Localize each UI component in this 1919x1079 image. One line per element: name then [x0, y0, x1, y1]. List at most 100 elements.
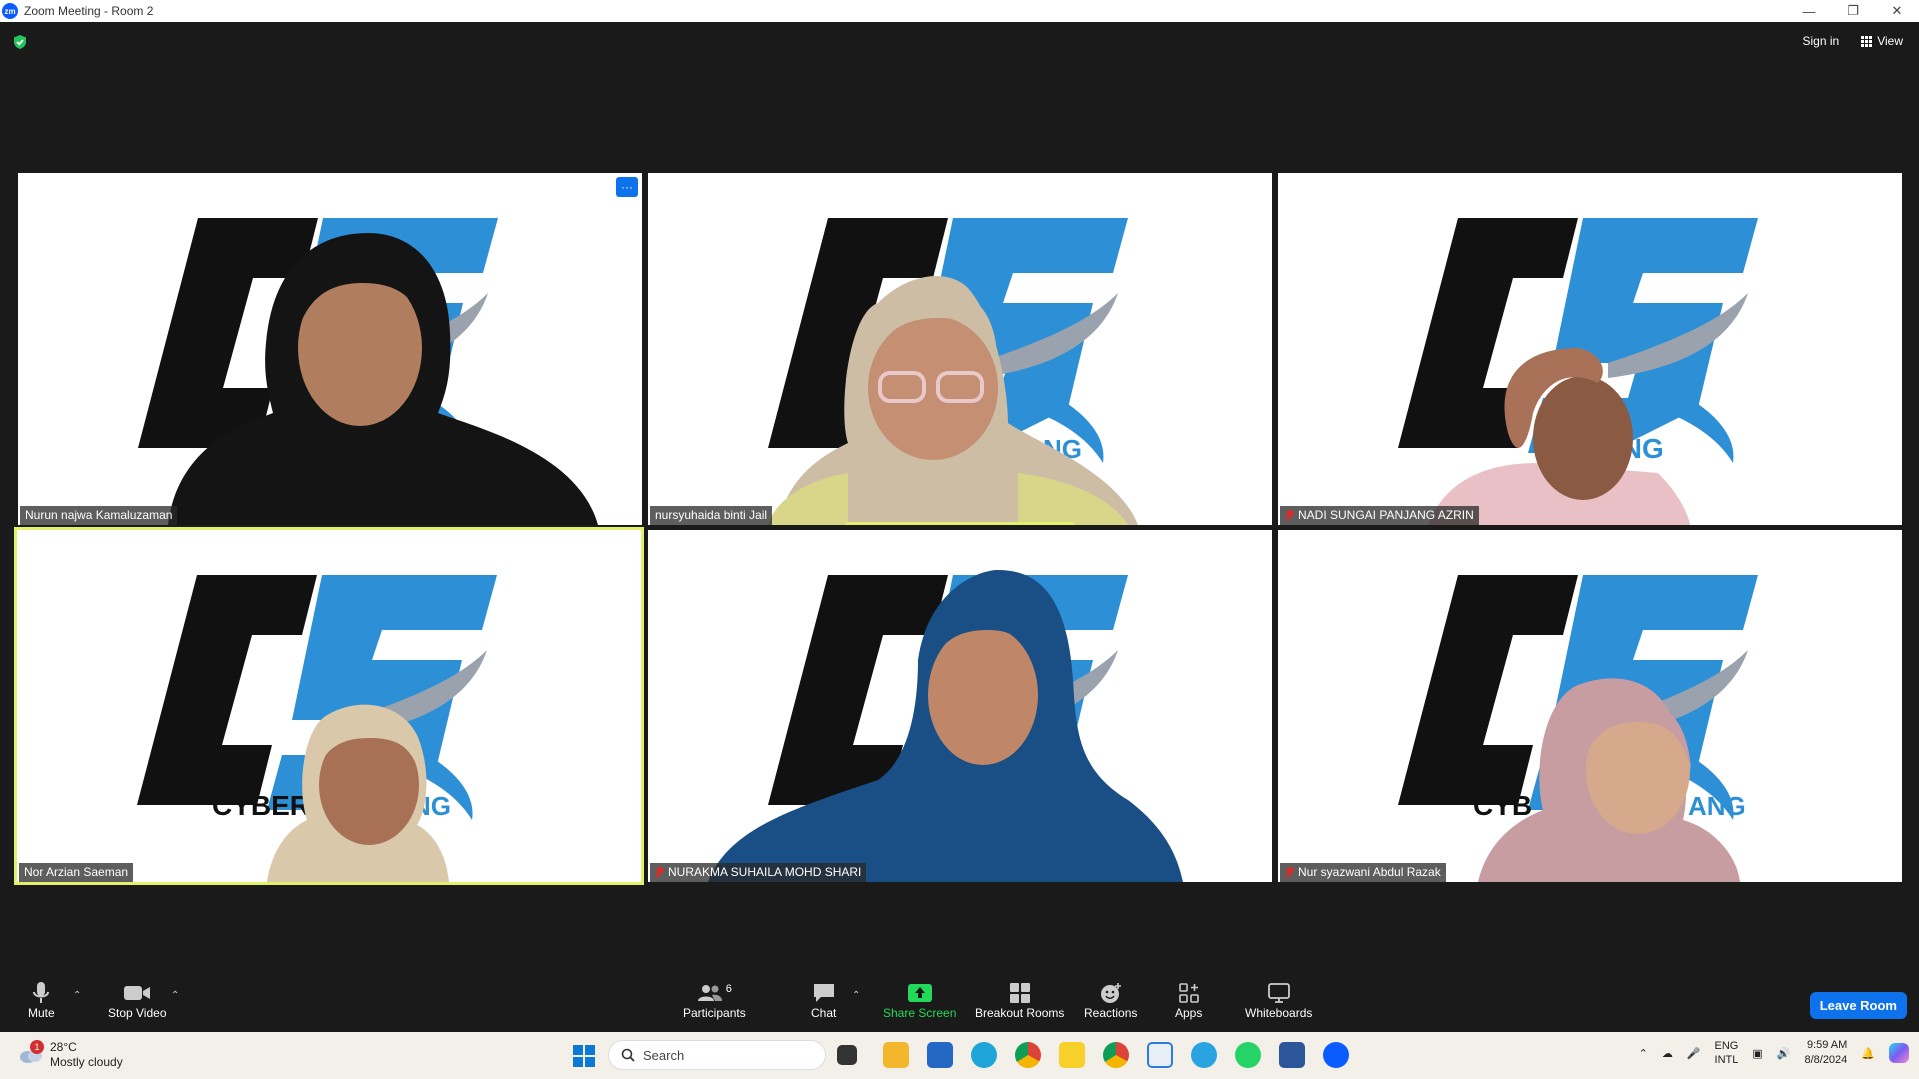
apps-icon	[1178, 980, 1200, 1006]
zoom-taskbar-icon[interactable]	[1323, 1042, 1349, 1068]
logo-fragment-text: CYB	[1473, 790, 1532, 821]
weather-widget[interactable]: 1 28°C Mostly cloudy	[18, 1040, 123, 1070]
chrome-profile-icon[interactable]	[1103, 1042, 1129, 1068]
snipping-tool-icon[interactable]	[1147, 1042, 1173, 1068]
sign-in-button[interactable]: Sign in	[1799, 32, 1844, 50]
chrome-browser-icon[interactable]	[1015, 1042, 1041, 1068]
participant-name: NURAKMA SUHAILA MOHD SHARI	[668, 865, 862, 879]
file-explorer-icon[interactable]	[883, 1042, 909, 1068]
weather-temperature: 28°C	[50, 1040, 77, 1054]
participant-name-tag: nursyuhaida binti Jail	[650, 506, 773, 525]
whiteboards-button[interactable]: Whiteboards	[1245, 980, 1312, 1020]
chat-options-caret-icon[interactable]: ⌃	[852, 990, 860, 1001]
telegram-icon[interactable]	[1191, 1042, 1217, 1068]
reactions-label: Reactions	[1084, 1006, 1138, 1020]
apps-button[interactable]: Apps	[1175, 980, 1202, 1020]
video-tile[interactable]: NG nursyuhaida binti Jail	[648, 173, 1272, 525]
close-icon[interactable]: ✕	[1875, 0, 1919, 22]
weather-alert-badge: 1	[30, 1040, 44, 1054]
participant-name-tag: NURAKMA SUHAILA MOHD SHARI	[650, 863, 867, 882]
top-right-controls: Sign in View	[1799, 32, 1908, 50]
network-icon[interactable]: ▣	[1752, 1047, 1762, 1060]
cs-logo-background: MBANG	[1398, 218, 1758, 525]
video-tile-active[interactable]: CYBER NG Nor Arzian Saeman	[14, 527, 644, 885]
restore-icon[interactable]: ❐	[1831, 0, 1875, 22]
stop-video-button[interactable]: Stop Video	[108, 980, 167, 1020]
weather-description: Mostly cloudy	[50, 1055, 123, 1069]
participant-count: 6	[725, 983, 732, 995]
minimize-icon[interactable]: —	[1787, 0, 1831, 22]
cloud-weather-icon: 1	[18, 1040, 44, 1064]
video-tile[interactable]: ··· Nurun najwa Kamaluzaman	[18, 173, 642, 525]
input-language[interactable]: ENG INTL	[1715, 1039, 1739, 1067]
participant-name: NADI SUNGAI PANJANG AZRIN	[1298, 508, 1474, 522]
video-camera-icon	[123, 980, 151, 1006]
muted-mic-icon	[1285, 509, 1294, 521]
video-options-caret-icon[interactable]: ⌃	[171, 990, 179, 1001]
share-screen-icon	[907, 980, 933, 1006]
participant-name: nursyuhaida binti Jail	[655, 508, 768, 522]
muted-mic-icon	[655, 866, 664, 878]
video-tile[interactable]: NURAKMA SUHAILA MOHD SHARI	[648, 530, 1272, 882]
copilot-icon[interactable]	[1889, 1043, 1909, 1063]
grid-view-icon	[1861, 35, 1873, 47]
language-code: ENG	[1714, 1040, 1739, 1052]
edge-browser-icon[interactable]	[971, 1042, 997, 1068]
microphone-tray-icon[interactable]: 🎤	[1687, 1047, 1701, 1060]
taskbar-search-input[interactable]: Search	[608, 1040, 826, 1070]
sign-in-label: Sign in	[1802, 34, 1840, 48]
windows-start-icon[interactable]	[573, 1045, 595, 1067]
participants-icon: 6	[697, 980, 732, 1006]
search-placeholder: Search	[643, 1047, 685, 1063]
logo-cyber-text: CYBER	[212, 790, 310, 821]
word-icon[interactable]	[1279, 1042, 1305, 1068]
whatsapp-icon[interactable]	[1235, 1042, 1261, 1068]
mute-label: Mute	[28, 1006, 55, 1020]
participant-name-tag: Nur syazwani Abdul Razak	[1280, 863, 1446, 882]
reactions-button[interactable]: Reactions	[1084, 980, 1137, 1020]
view-label: View	[1877, 34, 1903, 48]
stop-video-label: Stop Video	[108, 1006, 167, 1020]
clock-date: 8/8/2024	[1804, 1054, 1848, 1066]
volume-icon[interactable]: 🔊	[1777, 1047, 1791, 1060]
participant-name: Nurun najwa Kamaluzaman	[25, 508, 173, 522]
system-tray: ⌃ ☁ 🎤 ENG INTL ▣ 🔊 9:59 AM 8/8/2024 🔔	[1639, 1038, 1909, 1068]
microsoft-store-icon[interactable]	[927, 1042, 953, 1068]
breakout-rooms-label: Breakout Rooms	[975, 1006, 1065, 1020]
breakout-rooms-icon	[1009, 980, 1031, 1006]
video-tile[interactable]: MBANG NADI SUNGAI PANJANG AZRIN	[1278, 173, 1902, 525]
speaking-indicator	[846, 522, 1074, 525]
participants-label: Participants	[683, 1006, 746, 1020]
microphone-icon	[31, 980, 51, 1006]
search-icon	[621, 1048, 635, 1062]
onedrive-cloud-icon[interactable]: ☁	[1662, 1047, 1673, 1060]
mute-button[interactable]: Mute	[28, 980, 55, 1020]
task-view-icon[interactable]	[837, 1045, 857, 1065]
breakout-rooms-button[interactable]: Breakout Rooms	[975, 980, 1064, 1020]
leave-room-button[interactable]: Leave Room	[1809, 992, 1907, 1019]
participant-name: Nor Arzian Saeman	[24, 865, 129, 879]
participants-button[interactable]: 6 Participants	[683, 980, 746, 1020]
encryption-shield-icon[interactable]	[12, 34, 28, 50]
audio-options-caret-icon[interactable]: ⌃	[73, 990, 81, 1001]
window-title: Zoom Meeting - Room 2	[24, 4, 154, 18]
chat-label: Chat	[811, 1006, 837, 1020]
keyboard-layout: INTL	[1714, 1054, 1739, 1066]
view-button[interactable]: View	[1857, 32, 1907, 50]
show-hidden-icons-chevron-icon[interactable]: ⌃	[1639, 1047, 1648, 1060]
meeting-toolbar: Mute ⌃ Stop Video ⌃ 6 Participants Chat …	[0, 970, 1919, 1032]
whiteboard-icon	[1267, 980, 1291, 1006]
sticky-notes-icon[interactable]	[1059, 1042, 1085, 1068]
share-screen-button[interactable]: Share Screen	[883, 980, 956, 1020]
more-options-button[interactable]: ···	[616, 177, 638, 197]
chat-bubble-icon	[812, 980, 836, 1006]
chat-button[interactable]: Chat	[811, 980, 836, 1020]
participant-name-tag: Nor Arzian Saeman	[19, 863, 134, 882]
reactions-smiley-icon	[1099, 980, 1123, 1006]
video-tile[interactable]: CYB ANG Nur syazwani Abdul Razak	[1278, 530, 1902, 882]
cs-logo-background: CYBER NG	[137, 575, 497, 882]
cs-logo-background: CYB ANG	[1398, 575, 1758, 882]
zoom-logo-icon: zm	[2, 3, 18, 19]
notification-bell-icon[interactable]: 🔔	[1861, 1047, 1875, 1060]
taskbar-clock[interactable]: 9:59 AM 8/8/2024	[1804, 1038, 1847, 1068]
